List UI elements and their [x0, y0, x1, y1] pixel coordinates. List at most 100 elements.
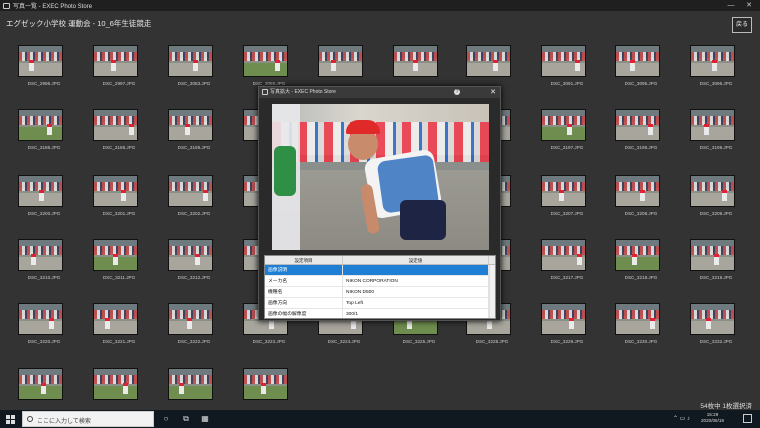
thumbnail-item[interactable]: DSC_3218.JPG — [615, 239, 675, 291]
table-row[interactable]: 画像方向 Top Left — [265, 298, 495, 309]
thumbnail-item[interactable]: DSC_3220.JPG — [18, 303, 78, 355]
enlarged-photo — [272, 104, 489, 250]
thumbnail-item[interactable]: DSC_3198.JPG — [615, 109, 675, 161]
thumbnail-image — [541, 45, 586, 77]
thumbnail-item[interactable]: DSC_2996.JPG — [18, 45, 78, 97]
dialog-title: 写真拡大 - EXEC Photo Store — [259, 87, 500, 98]
thumbnail-image — [93, 239, 138, 271]
row-key: 画像方向 — [265, 298, 343, 308]
thumbnail-filename: DSC_3228.JPG — [475, 339, 509, 344]
thumbnail-filename: DSC_3207.JPG — [550, 211, 584, 216]
thumbnail-item[interactable]: DSC_3188.JPG — [93, 109, 153, 161]
thumbnail-filename: DSC_3219.JPG — [699, 275, 733, 280]
row-key: 機種名 — [265, 287, 343, 297]
thumbnail-filename: DSC_3200.JPG — [27, 211, 61, 216]
back-button[interactable]: 戻る — [732, 17, 752, 33]
row-key: 画像説明 — [265, 265, 343, 275]
thumbnail-image — [93, 175, 138, 207]
thumbnail-item[interactable]: DSC_3096.JPG — [690, 45, 750, 97]
help-icon[interactable]: ? — [454, 89, 460, 95]
row-value: NIKON D500 — [343, 287, 489, 297]
dialog-close-button[interactable]: ✕ — [490, 87, 496, 98]
thumbnail-item[interactable]: DSC_3197.JPG — [541, 109, 601, 161]
thumbnail-image — [18, 45, 63, 77]
thumbnail-image — [18, 368, 63, 400]
page-title: エグゼック小学校 運動会 - 10_6年生徒競走 — [6, 19, 152, 28]
thumbnail-image — [615, 303, 660, 335]
thumbnail-item[interactable]: DSC_3207.JPG — [541, 175, 601, 227]
thumbnail-item[interactable]: DSC_3211.JPG — [93, 239, 153, 291]
thumbnail-item[interactable]: DSC_3091.JPG — [541, 45, 601, 97]
thumbnail-item[interactable]: DSC_3202.JPG — [168, 175, 228, 227]
thumbnail-filename: DSC_2996.JPG — [27, 81, 61, 86]
task-view-icon[interactable]: ⧉ — [181, 414, 191, 424]
thumbnail-image — [541, 175, 586, 207]
thumbnail-item[interactable]: DSC_3208.JPG — [615, 175, 675, 227]
search-icon — [27, 416, 33, 422]
thumbnail-item[interactable]: DSC_2997.JPG — [93, 45, 153, 97]
windows-start-icon[interactable] — [6, 415, 15, 424]
table-row[interactable]: メーカ名 NIKON CORPORATION — [265, 276, 495, 287]
table-scrollbar[interactable] — [489, 265, 495, 318]
minimize-button[interactable]: — — [722, 0, 740, 11]
cortana-icon[interactable]: ○ — [161, 414, 171, 424]
thumbnail-image — [168, 109, 213, 141]
thumbnail-filename: DSC_3209.JPG — [699, 211, 733, 216]
thumbnail-item[interactable]: DSC_3219.JPG — [690, 239, 750, 291]
thumbnail-item[interactable]: DSC_3229.JPG — [541, 303, 601, 355]
thumbnail-image — [168, 175, 213, 207]
notification-icon[interactable] — [743, 414, 752, 423]
thumbnail-item[interactable]: DSC_3222.JPG — [168, 303, 228, 355]
clock-date: 2020/06/19 — [701, 418, 724, 423]
thumbnail-item[interactable]: DSC_3189.JPG — [168, 109, 228, 161]
thumbnail-item[interactable]: DSC_3095.JPG — [615, 45, 675, 97]
thumbnail-image — [615, 239, 660, 271]
thumbnail-filename: DSC_3218.JPG — [624, 275, 658, 280]
thumbnail-item[interactable]: DSC_3209.JPG — [690, 175, 750, 227]
thumbnail-image — [541, 303, 586, 335]
row-key: メーカ名 — [265, 276, 343, 286]
row-value — [343, 265, 489, 275]
thumbnail-image — [168, 303, 213, 335]
row-key: 画像の幅の解像度 — [265, 309, 343, 318]
thumbnail-item[interactable]: DSC_3217.JPG — [541, 239, 601, 291]
row-value: 300/1 — [343, 309, 489, 318]
table-row[interactable]: 機種名 NIKON D500 — [265, 287, 495, 298]
exif-table: 設定項目 設定値 画像説明 メーカ名 NIKON CORPORATION 機種名… — [264, 255, 496, 319]
thumbnail-item[interactable]: DSC_3232.JPG — [690, 303, 750, 355]
table-row[interactable]: 画像の幅の解像度 300/1 — [265, 309, 495, 318]
thumbnail-item[interactable]: DSC_3083.JPG — [168, 45, 228, 97]
thumbnail-image — [93, 45, 138, 77]
thumbnail-filename: DSC_3220.JPG — [27, 339, 61, 344]
thumbnail-filename: DSC_3201.JPG — [102, 211, 136, 216]
thumbnail-item[interactable]: DSC_3212.JPG — [168, 239, 228, 291]
thumbnail-filename: DSC_3225.JPG — [402, 339, 436, 344]
app-taskbar-icon[interactable]: ▦ — [200, 414, 210, 424]
table-row[interactable]: 画像説明 — [265, 265, 495, 276]
thumbnail-filename: DSC_3083.JPG — [177, 81, 211, 86]
thumbnail-item[interactable]: DSC_3186.JPG — [18, 109, 78, 161]
thumbnail-image — [393, 45, 438, 77]
taskbar-search-input[interactable]: ここに入力して検索 — [22, 411, 154, 427]
search-placeholder: ここに入力して検索 — [37, 419, 91, 425]
thumbnail-item[interactable]: DSC_3221.JPG — [93, 303, 153, 355]
thumbnail-filename: DSC_3229.JPG — [550, 339, 584, 344]
table-header: 設定項目 設定値 — [265, 256, 495, 265]
thumbnail-item[interactable]: DSC_3199.JPG — [690, 109, 750, 161]
window-close-button[interactable]: ✕ — [740, 0, 758, 11]
column-header-item: 設定項目 — [265, 256, 343, 264]
thumbnail-item[interactable]: DSC_3200.JPG — [18, 175, 78, 227]
thumbnail-filename: DSC_3222.JPG — [177, 339, 211, 344]
thumbnail-image — [93, 109, 138, 141]
thumbnail-item[interactable]: DSC_3230.JPG — [615, 303, 675, 355]
thumbnail-item[interactable]: DSC_3210.JPG — [18, 239, 78, 291]
clock[interactable]: 15:29 2020/06/19 — [701, 412, 724, 424]
thumbnail-item[interactable]: DSC_3201.JPG — [93, 175, 153, 227]
thumbnail-image — [690, 45, 735, 77]
thumbnail-image — [168, 368, 213, 400]
system-tray[interactable]: ⌃ ▭ ♪ — [673, 415, 690, 422]
photo-enlarge-dialog: 写真拡大 - EXEC Photo Store ? ✕ 設定項目 設定値 画像説… — [258, 86, 501, 321]
thumbnail-filename: DSC_3199.JPG — [699, 145, 733, 150]
thumbnail-filename: DSC_3188.JPG — [102, 145, 136, 150]
thumbnail-image — [168, 45, 213, 77]
